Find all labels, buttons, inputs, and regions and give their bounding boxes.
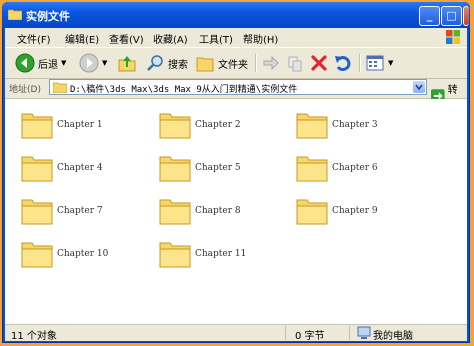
folders-button[interactable]: 文件夹 bbox=[195, 52, 248, 74]
folder-chapter-1[interactable]: Chapter 1 bbox=[21, 109, 141, 143]
windows-logo-icon bbox=[446, 30, 460, 44]
up-folder-button[interactable] bbox=[117, 52, 137, 74]
menu-favorites[interactable]: 收藏(A) bbox=[153, 31, 188, 46]
toolbar: 后退 ▼ ▼ 搜索 文件夹 ▼ bbox=[5, 47, 467, 79]
forward-button[interactable]: ▼ bbox=[79, 52, 107, 74]
back-label: 后退 bbox=[38, 59, 58, 71]
undo-icon bbox=[335, 56, 351, 72]
folder-chapter-7[interactable]: Chapter 7 bbox=[21, 195, 141, 229]
menu-edit[interactable]: 编辑(E) bbox=[65, 31, 99, 46]
status-bar: 11 个对象 0 字节 我的电脑 bbox=[5, 324, 467, 342]
chevron-down-icon bbox=[415, 84, 423, 91]
folder-label: Chapter 4 bbox=[57, 163, 103, 173]
my-computer-icon bbox=[357, 326, 371, 339]
folder-chapter-8[interactable]: Chapter 8 bbox=[159, 195, 279, 229]
menu-bar: 文件(F) 编辑(E) 查看(V) 收藏(A) 工具(T) 帮助(H) bbox=[5, 28, 467, 46]
window-title: 实例文件 bbox=[26, 10, 70, 23]
folder-label: Chapter 5 bbox=[195, 163, 241, 173]
copy-to-button[interactable] bbox=[285, 52, 305, 74]
maximize-button[interactable]: □ bbox=[441, 6, 462, 26]
location-label: 我的电脑 bbox=[373, 331, 413, 342]
folder-icon bbox=[21, 199, 53, 225]
folder-chapter-3[interactable]: Chapter 3 bbox=[296, 109, 416, 143]
status-divider bbox=[285, 326, 286, 340]
address-bar: 地址(D) D:\稿件\3ds Max\3ds Max 9从入门到精通\实例文件 bbox=[5, 78, 467, 111]
address-input[interactable]: D:\稿件\3ds Max\3ds Max 9从入门到精通\实例文件 bbox=[49, 79, 427, 95]
folder-label: Chapter 3 bbox=[332, 120, 378, 130]
undo-button[interactable] bbox=[333, 52, 353, 74]
folder-chapter-2[interactable]: Chapter 2 bbox=[159, 109, 279, 143]
folder-chapter-6[interactable]: Chapter 6 bbox=[296, 152, 416, 186]
folder-label: Chapter 10 bbox=[57, 249, 109, 259]
folder-chapter-9[interactable]: Chapter 9 bbox=[296, 195, 416, 229]
move-to-button[interactable] bbox=[261, 52, 281, 74]
search-button[interactable]: 搜索 bbox=[145, 52, 188, 74]
address-path: D:\稿件\3ds Max\3ds Max 9从入门到精通\实例文件 bbox=[70, 85, 298, 95]
title-bar[interactable]: 实例文件 _ □ bbox=[2, 2, 470, 28]
minimize-button[interactable]: _ bbox=[419, 6, 440, 26]
toolbar-separator bbox=[359, 54, 361, 72]
folder-chapter-4[interactable]: Chapter 4 bbox=[21, 152, 141, 186]
folder-label: Chapter 9 bbox=[332, 206, 378, 216]
dropdown-arrow-icon[interactable]: ▼ bbox=[388, 59, 393, 67]
close-button[interactable] bbox=[463, 6, 469, 26]
folder-view: Chapter 1 Chapter 2 Chapter 3 Chapter 4 … bbox=[5, 99, 467, 324]
back-arrow-icon bbox=[15, 53, 35, 73]
search-label: 搜索 bbox=[168, 59, 188, 71]
folder-icon bbox=[296, 113, 328, 139]
dropdown-arrow-icon[interactable]: ▼ bbox=[61, 59, 66, 67]
folder-icon bbox=[21, 113, 53, 139]
delete-x-icon bbox=[311, 55, 327, 71]
toolbar-separator bbox=[255, 54, 257, 72]
address-label: 地址(D) bbox=[9, 85, 41, 95]
address-dropdown-button[interactable] bbox=[413, 81, 425, 93]
explorer-window: 实例文件 _ □ 文件(F) 编辑(E) 查看(V) 收藏(A) 工具(T) 帮… bbox=[2, 2, 470, 343]
folder-icon bbox=[296, 199, 328, 225]
folder-chapter-10[interactable]: Chapter 10 bbox=[21, 238, 141, 272]
folder-label: Chapter 6 bbox=[332, 163, 378, 173]
window-body: 文件(F) 编辑(E) 查看(V) 收藏(A) 工具(T) 帮助(H) 后退 ▼ bbox=[5, 28, 467, 342]
up-folder-icon bbox=[118, 56, 136, 72]
total-size: 0 字节 bbox=[295, 331, 325, 342]
views-icon bbox=[366, 55, 384, 71]
delete-button[interactable] bbox=[309, 52, 329, 74]
menu-view[interactable]: 查看(V) bbox=[109, 31, 144, 46]
folders-icon bbox=[196, 57, 214, 72]
object-count: 11 个对象 bbox=[11, 331, 57, 342]
folder-icon bbox=[159, 199, 191, 225]
copy-to-icon bbox=[288, 56, 302, 72]
folder-label: Chapter 7 bbox=[57, 206, 103, 216]
views-button[interactable]: ▼ bbox=[365, 52, 393, 74]
folder-icon bbox=[21, 242, 53, 268]
folders-label: 文件夹 bbox=[218, 59, 248, 71]
folder-label: Chapter 1 bbox=[57, 120, 103, 130]
menu-file[interactable]: 文件(F) bbox=[17, 31, 51, 46]
menu-tools[interactable]: 工具(T) bbox=[199, 31, 233, 46]
folder-icon bbox=[53, 82, 67, 93]
folder-label: Chapter 8 bbox=[195, 206, 241, 216]
move-to-icon bbox=[263, 55, 279, 71]
back-button[interactable]: 后退 ▼ bbox=[15, 52, 66, 74]
folder-icon bbox=[159, 156, 191, 182]
folder-chapter-5[interactable]: Chapter 5 bbox=[159, 152, 279, 186]
folder-icon bbox=[21, 156, 53, 182]
menu-help[interactable]: 帮助(H) bbox=[243, 31, 278, 46]
folder-icon bbox=[8, 9, 22, 20]
folder-label: Chapter 2 bbox=[195, 120, 241, 130]
folder-label: Chapter 11 bbox=[195, 249, 247, 259]
dropdown-arrow-icon[interactable]: ▼ bbox=[102, 59, 107, 67]
folder-chapter-11[interactable]: Chapter 11 bbox=[159, 238, 279, 272]
folder-icon bbox=[159, 113, 191, 139]
search-icon bbox=[147, 55, 163, 71]
forward-arrow-icon bbox=[79, 53, 99, 73]
status-divider bbox=[349, 326, 350, 340]
folder-icon bbox=[296, 156, 328, 182]
folder-icon bbox=[159, 242, 191, 268]
